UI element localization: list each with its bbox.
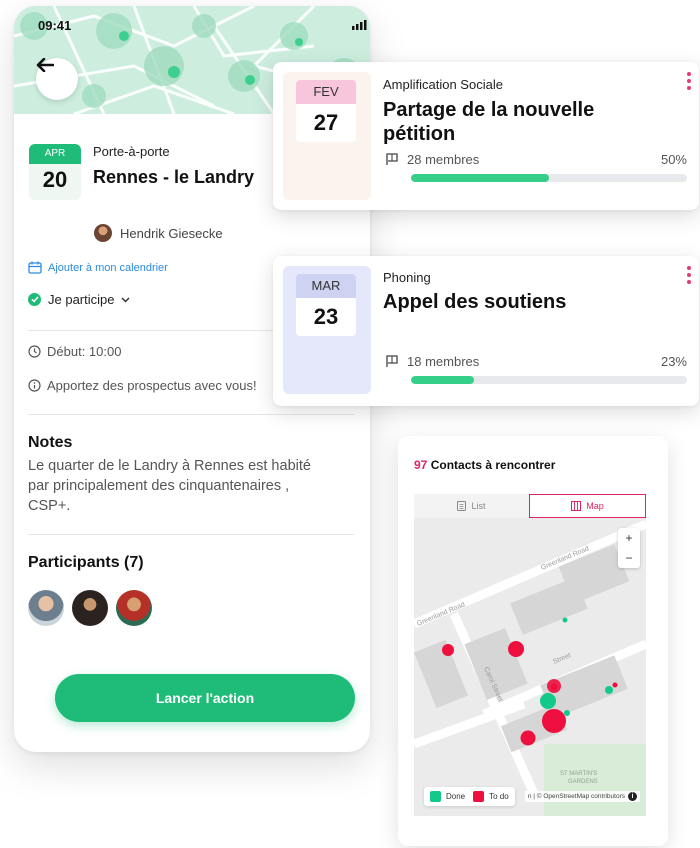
members-count: 18 membres bbox=[407, 354, 480, 369]
progress-bar bbox=[411, 376, 687, 384]
map-canvas: Greenland Road Greenland Road Carol Stre… bbox=[414, 494, 646, 816]
card-title: Appel des soutiens bbox=[383, 291, 567, 313]
contacts-map[interactable]: Greenland Road Greenland Road Carol Stre… bbox=[414, 494, 646, 816]
zoom-in-button[interactable]: + bbox=[618, 528, 640, 548]
more-options-icon[interactable] bbox=[687, 266, 691, 287]
card-month: FEV bbox=[296, 80, 356, 104]
start-time-row: Début: 10:00 bbox=[28, 344, 121, 359]
avatar[interactable] bbox=[72, 590, 108, 626]
event-month: APR bbox=[29, 144, 81, 164]
flag-icon bbox=[386, 355, 398, 367]
event-type: Porte-à-porte bbox=[93, 144, 170, 159]
participant-avatars bbox=[28, 590, 152, 626]
action-card[interactable]: MAR 23 Phoning Appel des soutiens 18 mem… bbox=[273, 256, 699, 406]
progress-fill bbox=[411, 174, 549, 182]
card-month: MAR bbox=[296, 274, 356, 298]
contacts-count: 97 bbox=[414, 458, 428, 472]
svg-text:ST MARTIN'S: ST MARTIN'S bbox=[560, 771, 597, 777]
map-tab[interactable]: Map bbox=[529, 494, 646, 518]
contacts-map-card: 97 Contacts à rencontrer Greenland Road … bbox=[398, 436, 668, 846]
legend-done: Done bbox=[446, 792, 466, 801]
notes-text: Le quarter de le Landry à Rennes est hab… bbox=[28, 458, 311, 514]
flag-icon bbox=[386, 153, 398, 165]
add-to-calendar-link[interactable]: Ajouter à mon calendrier bbox=[28, 261, 168, 274]
card-members: 18 membres bbox=[385, 354, 479, 369]
map-attribution: n | © OpenStreetMap contributors i bbox=[524, 791, 640, 802]
participants-title: Participants (7) bbox=[28, 554, 144, 571]
legend-todo: To do bbox=[489, 792, 509, 801]
start-time: Début: 10:00 bbox=[47, 344, 122, 359]
participate-label: Je participe bbox=[48, 292, 115, 307]
view-toggle: List Map bbox=[414, 494, 646, 518]
card-type: Phoning bbox=[383, 270, 431, 285]
avatar[interactable] bbox=[116, 590, 152, 626]
attribution-text: n | © OpenStreetMap contributors bbox=[527, 793, 625, 800]
divider bbox=[28, 414, 354, 415]
card-date-panel: FEV 27 bbox=[283, 72, 371, 200]
card-day: 23 bbox=[296, 298, 356, 336]
map-tab-label: Map bbox=[586, 501, 604, 511]
reminder-row: Apportez des prospectus avec vous! bbox=[28, 378, 257, 393]
progress-bar bbox=[411, 174, 687, 182]
clock-icon bbox=[28, 345, 41, 358]
event-title: Rennes - le Landry bbox=[93, 167, 255, 187]
chevron-down-icon bbox=[121, 296, 131, 303]
organizer-avatar bbox=[94, 224, 112, 242]
map-legend: Done To do bbox=[424, 787, 515, 806]
notes-title: Notes bbox=[28, 434, 73, 451]
divider bbox=[28, 534, 354, 535]
calendar-icon bbox=[28, 261, 42, 274]
progress-fill bbox=[411, 376, 475, 384]
status-time: 09:41 bbox=[38, 18, 72, 33]
event-day: 20 bbox=[42, 167, 68, 192]
todo-swatch bbox=[473, 791, 485, 802]
organizer[interactable]: Hendrik Giesecke bbox=[94, 224, 223, 242]
reminder-text: Apportez des prospectus avec vous! bbox=[47, 378, 257, 393]
action-card[interactable]: FEV 27 Amplification Sociale Partage de … bbox=[273, 62, 699, 210]
done-swatch bbox=[430, 791, 441, 802]
add-to-calendar-label: Ajouter à mon calendrier bbox=[48, 261, 168, 274]
info-icon bbox=[28, 379, 41, 392]
zoom-control: + − bbox=[618, 528, 640, 568]
members-count: 28 membres bbox=[407, 152, 480, 167]
back-button[interactable] bbox=[36, 58, 78, 100]
avatar[interactable] bbox=[28, 590, 64, 626]
signal-wifi-battery-icon bbox=[352, 20, 367, 30]
contacts-title: Contacts à rencontrer bbox=[430, 458, 556, 472]
list-tab[interactable]: List bbox=[414, 494, 529, 518]
more-options-icon[interactable] bbox=[687, 72, 691, 93]
card-members: 28 membres bbox=[385, 152, 479, 167]
list-icon bbox=[457, 501, 467, 511]
event-date-badge: APR 20 bbox=[29, 144, 81, 200]
contacts-heading: 97 Contacts à rencontrer bbox=[414, 458, 555, 472]
info-icon[interactable]: i bbox=[628, 792, 637, 801]
card-type: Amplification Sociale bbox=[383, 77, 503, 92]
card-day: 27 bbox=[296, 104, 356, 142]
svg-text:GARDENS: GARDENS bbox=[568, 779, 598, 785]
list-tab-label: List bbox=[471, 501, 486, 511]
progress-percent: 23% bbox=[660, 354, 687, 369]
map-icon bbox=[571, 501, 582, 511]
arrow-left-icon bbox=[36, 58, 54, 72]
participate-dropdown[interactable]: Je participe bbox=[28, 292, 131, 307]
organizer-name: Hendrik Giesecke bbox=[120, 225, 223, 241]
card-title: Partage de la nouvelle pétition bbox=[383, 99, 595, 145]
card-date-panel: MAR 23 bbox=[283, 266, 371, 394]
progress-percent: 50% bbox=[660, 152, 687, 167]
check-icon bbox=[28, 293, 41, 306]
zoom-out-button[interactable]: − bbox=[618, 548, 640, 568]
launch-action-button[interactable]: Lancer l'action bbox=[55, 674, 355, 722]
